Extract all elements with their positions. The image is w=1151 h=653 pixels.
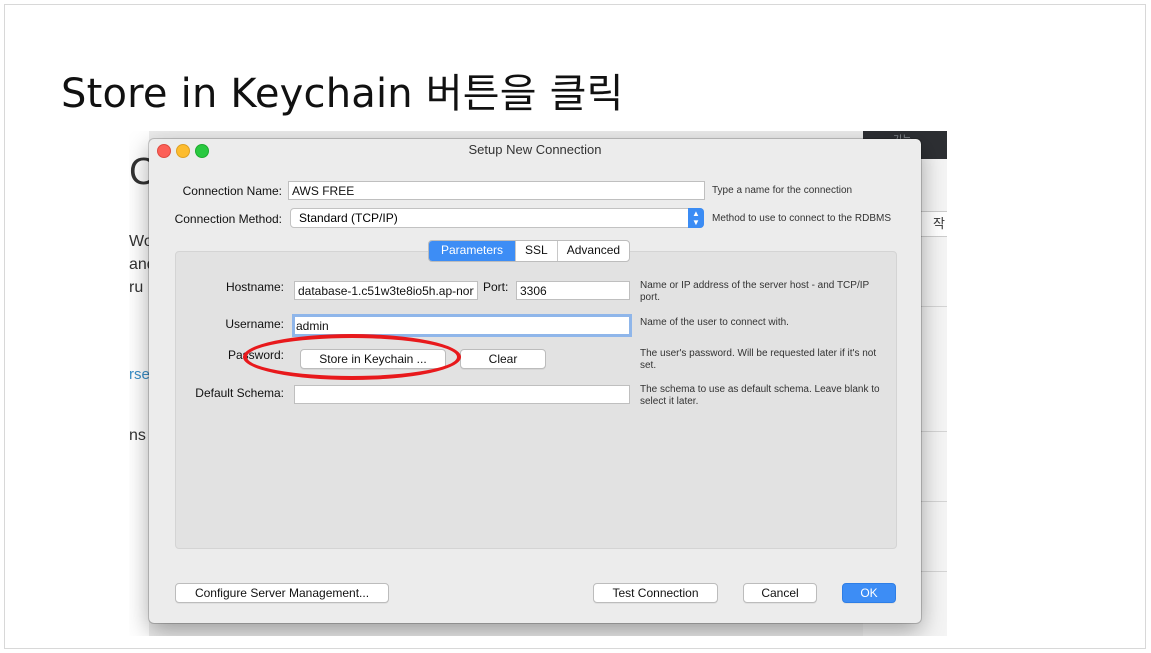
zoom-window-button[interactable] <box>195 144 209 158</box>
test-connection-button[interactable]: Test Connection <box>593 583 718 603</box>
setup-connection-dialog: Setup New Connection Connection Name: Ty… <box>149 139 921 623</box>
port-label: Port: <box>483 280 509 294</box>
connection-method-label: Connection Method: <box>174 212 282 226</box>
default-schema-input[interactable] <box>294 385 630 404</box>
tab-bar: Parameters SSL Advanced <box>428 240 631 262</box>
default-schema-hint: The schema to use as default schema. Lea… <box>640 384 880 407</box>
port-input[interactable] <box>516 281 630 300</box>
connection-method-value: Standard (TCP/IP) <box>299 211 398 225</box>
connection-name-input[interactable] <box>288 181 705 200</box>
connection-name-hint: Type a name for the connection <box>712 185 853 196</box>
bg-fragment: ns <box>129 427 146 444</box>
username-hint: Name of the user to connect with. <box>640 317 789 328</box>
minimize-window-button[interactable] <box>176 144 190 158</box>
configure-server-management-button[interactable]: Configure Server Management... <box>175 583 389 603</box>
default-schema-label: Default Schema: <box>195 386 284 400</box>
tab-advanced[interactable]: Advanced <box>556 241 629 261</box>
hostname-input[interactable] <box>294 281 478 300</box>
connection-method-hint: Method to use to connect to the RDBMS <box>712 213 891 224</box>
connection-name-label: Connection Name: <box>182 184 282 198</box>
highlight-ellipse <box>243 334 461 380</box>
hostname-label: Hostname: <box>225 280 284 294</box>
slide-title: Store in Keychain 버튼을 클릭 <box>61 71 624 117</box>
tab-ssl[interactable]: SSL <box>515 241 557 261</box>
background-left-window: C Wor and ru rse ns <box>129 131 158 636</box>
bg-fragment: ru <box>129 279 144 296</box>
dialog-title: Setup New Connection <box>468 142 602 157</box>
cancel-button[interactable]: Cancel <box>743 583 817 603</box>
clear-password-button[interactable]: Clear <box>460 349 546 369</box>
ok-button[interactable]: OK <box>842 583 896 603</box>
screenshot: C Wor and ru rse ns 기능 작 Setup New Conne… <box>129 131 947 636</box>
username-label: Username: <box>225 317 284 331</box>
password-hint: The user's password. Will be requested l… <box>640 348 877 371</box>
tab-parameters[interactable]: Parameters <box>429 241 516 261</box>
updown-chevron-icon: ▲ ▼ <box>688 208 704 228</box>
connection-method-select[interactable]: Standard (TCP/IP) ▲ ▼ <box>290 208 704 228</box>
close-window-button[interactable] <box>157 144 171 158</box>
bg-link-fragment[interactable]: rse <box>129 366 150 383</box>
hostname-hint: Name or IP address of the server host - … <box>640 280 869 303</box>
